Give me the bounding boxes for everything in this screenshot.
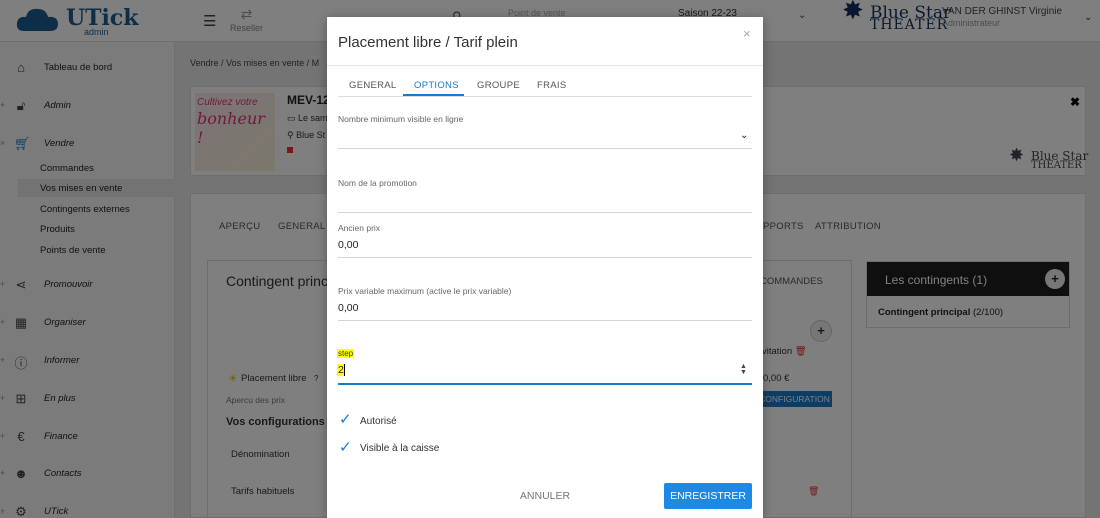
number-spinner[interactable]: ▲ ▼: [740, 363, 747, 376]
visible-caisse-checkbox[interactable]: ✓: [339, 438, 352, 456]
tab-options[interactable]: OPTIONS: [414, 80, 459, 91]
nombre-minimum-label: Nombre minimum visible en ligne: [338, 114, 464, 124]
ancien-prix-input[interactable]: 0,00: [338, 239, 358, 251]
price-option-modal: Placement libre / Tarif plein × GENERAL …: [327, 17, 763, 518]
prix-variable-underline: [338, 320, 752, 321]
step-underline-focused: [338, 383, 752, 385]
ancien-prix-underline: [338, 257, 752, 258]
text-caret: [344, 364, 345, 376]
active-tab-indicator: [403, 94, 464, 96]
tabs-divider: [338, 96, 752, 97]
ancien-prix-label: Ancien prix: [338, 223, 381, 233]
prix-variable-label: Prix variable maximum (active le prix va…: [338, 286, 512, 296]
cancel-button[interactable]: ANNULER: [512, 484, 578, 508]
visible-caisse-label[interactable]: Visible à la caisse: [360, 443, 439, 454]
modal-title: Placement libre / Tarif plein: [338, 34, 518, 51]
nom-promotion-label: Nom de la promotion: [338, 178, 417, 188]
close-icon[interactable]: ×: [743, 26, 751, 41]
spinner-down-icon[interactable]: ▼: [740, 369, 747, 376]
tab-general[interactable]: GENERAL: [349, 80, 397, 91]
tab-groupe[interactable]: GROUPE: [477, 80, 520, 91]
step-label: step: [337, 349, 355, 358]
nombre-minimum-underline: [338, 148, 752, 149]
autorise-label[interactable]: Autorisé: [360, 416, 397, 427]
chevron-down-icon[interactable]: ⌄: [740, 130, 748, 141]
prix-variable-input[interactable]: 0,00: [338, 302, 358, 314]
autorise-checkbox[interactable]: ✓: [339, 410, 352, 428]
save-button[interactable]: ENREGISTRER: [664, 483, 752, 509]
nom-promotion-underline: [338, 212, 752, 213]
modal-divider: [327, 65, 763, 66]
tab-frais[interactable]: FRAIS: [537, 80, 566, 91]
